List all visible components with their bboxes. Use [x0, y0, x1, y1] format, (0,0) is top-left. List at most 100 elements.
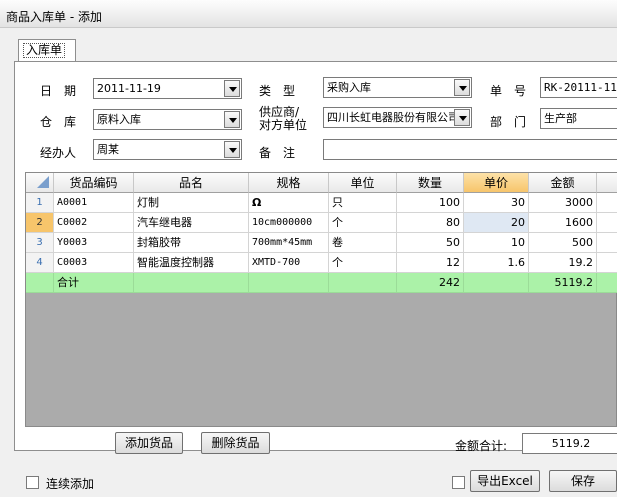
- window-title: 商品入库单 - 添加: [6, 10, 102, 24]
- chevron-down-icon[interactable]: [224, 111, 240, 128]
- cell-price[interactable]: 30: [464, 193, 529, 213]
- amount-total-label: 金额合计:: [455, 439, 508, 453]
- cell-amount[interactable]: 3000: [529, 193, 597, 213]
- cell-unit[interactable]: 个: [329, 213, 397, 233]
- total-amount: 5119.2: [529, 273, 597, 293]
- title-bar: 商品入库单 - 添加: [0, 0, 617, 28]
- cell-filler: [597, 213, 617, 233]
- cell-qty[interactable]: 80: [397, 213, 464, 233]
- add-goods-button[interactable]: 添加货品: [115, 432, 183, 454]
- total-row: 合计 242 5119.2: [26, 273, 617, 293]
- total-cell-filler: [597, 273, 617, 293]
- handler-select[interactable]: 周某: [93, 139, 242, 160]
- select-all-corner[interactable]: [26, 173, 54, 193]
- cell-unit[interactable]: 卷: [329, 233, 397, 253]
- cell-filler: [597, 253, 617, 273]
- export-excel-checkbox[interactable]: [452, 476, 465, 489]
- date-field[interactable]: 2011-11-19: [93, 78, 242, 99]
- cell-code[interactable]: Y0003: [54, 233, 134, 253]
- amount-total-value: 5119.2: [551, 437, 591, 450]
- type-label: 类 型: [259, 84, 296, 98]
- cell-spec[interactable]: 10cm000000: [249, 213, 329, 233]
- supplier-value: 四川长虹电器股份有限公司: [327, 111, 459, 124]
- tab-label: 入库单: [23, 43, 66, 58]
- delete-goods-button[interactable]: 删除货品: [201, 432, 270, 454]
- cell-spec[interactable]: Ω: [249, 193, 329, 213]
- cell-name[interactable]: 封箱胶带: [134, 233, 249, 253]
- total-cell-blank: [249, 273, 329, 293]
- cell-price[interactable]: 1.6: [464, 253, 529, 273]
- continuous-add-label: 连续添加: [46, 477, 95, 491]
- table-row[interactable]: 1 A0001 灯制 Ω 只 100 30 3000: [26, 193, 617, 213]
- col-header-filler: [597, 173, 617, 193]
- cell-price[interactable]: 10: [464, 233, 529, 253]
- col-header-price[interactable]: 单价: [464, 173, 529, 193]
- cell-qty[interactable]: 50: [397, 233, 464, 253]
- col-header-amount[interactable]: 金额: [529, 173, 597, 193]
- col-header-qty[interactable]: 数量: [397, 173, 464, 193]
- cell-name[interactable]: 智能温度控制器: [134, 253, 249, 273]
- doc-no-value: RK-20111-11-1: [544, 81, 617, 94]
- cell-qty[interactable]: 12: [397, 253, 464, 273]
- total-cell-blank: [329, 273, 397, 293]
- continuous-add-checkbox[interactable]: [26, 476, 39, 489]
- department-label: 部 门: [490, 115, 527, 129]
- department-value: 生产部: [544, 112, 577, 125]
- cell-spec[interactable]: 700mm*45mm: [249, 233, 329, 253]
- cell-name[interactable]: 汽车继电器: [134, 213, 249, 233]
- col-header-name[interactable]: 品名: [134, 173, 249, 193]
- table-row[interactable]: 2 C0002 汽车继电器 10cm000000 个 80 20 1600: [26, 213, 617, 233]
- col-header-spec[interactable]: 规格: [249, 173, 329, 193]
- supplier-label-line2: 对方单位: [259, 118, 308, 132]
- supplier-label: 供应商/ 对方单位: [259, 106, 307, 132]
- chevron-down-icon[interactable]: [454, 79, 470, 96]
- cell-amount[interactable]: 500: [529, 233, 597, 253]
- export-excel-button[interactable]: 导出Excel: [470, 470, 540, 492]
- amount-total-field: 5119.2: [522, 433, 617, 454]
- total-cell-blank: [134, 273, 249, 293]
- cell-unit[interactable]: 个: [329, 253, 397, 273]
- col-header-code[interactable]: 货品编码: [54, 173, 134, 193]
- table-row[interactable]: 3 Y0003 封箱胶带 700mm*45mm 卷 50 10 500: [26, 233, 617, 253]
- row-number: 1: [26, 193, 54, 213]
- remark-field[interactable]: [323, 139, 617, 160]
- warehouse-label: 仓 库: [40, 115, 77, 129]
- cell-code[interactable]: C0002: [54, 213, 134, 233]
- cell-name[interactable]: 灯制: [134, 193, 249, 213]
- cell-filler: [597, 193, 617, 213]
- row-number-blank: [26, 273, 54, 293]
- date-value: 2011-11-19: [97, 82, 161, 95]
- cell-code[interactable]: A0001: [54, 193, 134, 213]
- cell-qty[interactable]: 100: [397, 193, 464, 213]
- cell-code[interactable]: C0003: [54, 253, 134, 273]
- type-value: 采购入库: [327, 81, 371, 94]
- col-header-unit[interactable]: 单位: [329, 173, 397, 193]
- cell-amount[interactable]: 1600: [529, 213, 597, 233]
- supplier-select[interactable]: 四川长虹电器股份有限公司: [323, 107, 472, 128]
- chevron-down-icon[interactable]: [224, 141, 240, 158]
- chevron-down-icon[interactable]: [224, 80, 240, 97]
- cell-price-active[interactable]: 20: [464, 213, 529, 233]
- doc-no-field[interactable]: RK-20111-11-1: [540, 77, 617, 98]
- cell-amount[interactable]: 19.2: [529, 253, 597, 273]
- total-qty: 242: [397, 273, 464, 293]
- handler-label: 经办人: [40, 146, 77, 160]
- save-button[interactable]: 保存: [549, 470, 617, 492]
- row-number: 3: [26, 233, 54, 253]
- tab-inbound-doc[interactable]: 入库单: [18, 39, 76, 61]
- row-number: 4: [26, 253, 54, 273]
- warehouse-select[interactable]: 原料入库: [93, 109, 242, 130]
- row-number: 2: [26, 213, 54, 233]
- warehouse-value: 原料入库: [97, 113, 141, 126]
- goods-grid[interactable]: 货品编码 品名 规格 单位 数量 单价 金额 1 A0001 灯制 Ω 只 10…: [25, 172, 617, 427]
- type-select[interactable]: 采购入库: [323, 77, 472, 98]
- cell-spec[interactable]: XMTD-700: [249, 253, 329, 273]
- remark-label: 备 注: [259, 146, 296, 160]
- table-row[interactable]: 4 C0003 智能温度控制器 XMTD-700 个 12 1.6 19.2: [26, 253, 617, 273]
- department-field[interactable]: 生产部: [540, 108, 617, 129]
- doc-no-label: 单 号: [490, 84, 527, 98]
- chevron-down-icon[interactable]: [454, 109, 470, 126]
- cell-filler: [597, 233, 617, 253]
- grid-header: 货品编码 品名 规格 单位 数量 单价 金额: [26, 173, 617, 193]
- cell-unit[interactable]: 只: [329, 193, 397, 213]
